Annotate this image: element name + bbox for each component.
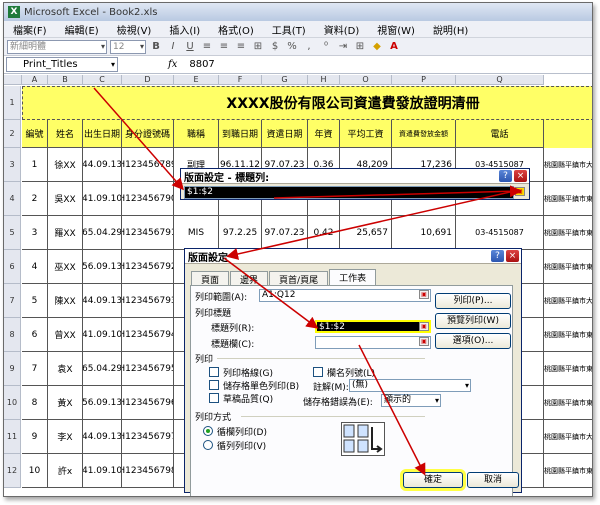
excel-window: X Microsoft Excel - Book2.xls 檔案(F) 編輯(E… [3,2,593,497]
arrow-rows-to-mini [93,87,184,191]
arrow-rows-to-ok [358,344,426,476]
arrow-dialog-to-rows [223,257,319,329]
arrow-mini-to-dialog [226,189,520,260]
arrow-mini-value [273,185,522,199]
annotation-arrows [93,87,522,476]
